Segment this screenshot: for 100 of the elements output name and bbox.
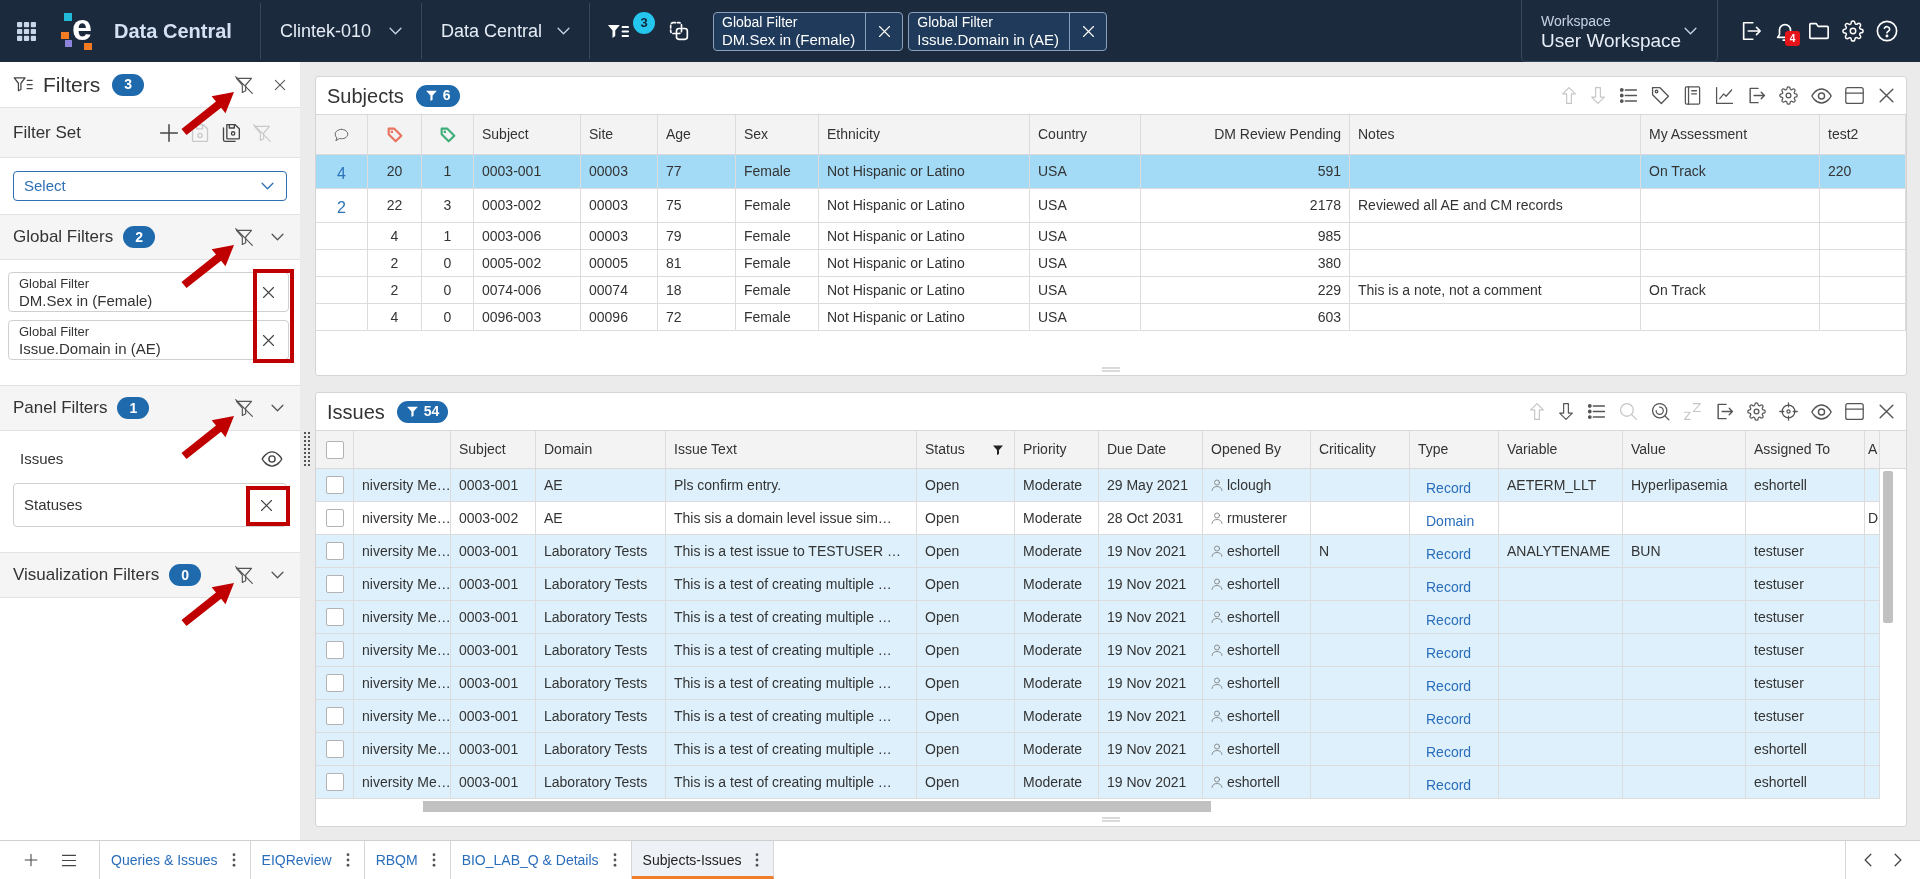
column-header[interactable]: My Assessment bbox=[1649, 124, 1748, 145]
clear-filter-icon[interactable] bbox=[234, 227, 254, 247]
grid-icon[interactable] bbox=[17, 21, 36, 41]
column-header[interactable]: Assigned To bbox=[1754, 439, 1830, 460]
eye-icon[interactable] bbox=[1811, 87, 1832, 104]
tab[interactable]: Queries & Issues bbox=[100, 841, 251, 879]
tab[interactable]: BIO_LAB_Q & Details bbox=[450, 841, 632, 879]
row-checkbox[interactable] bbox=[325, 542, 344, 560]
row-checkbox[interactable] bbox=[325, 641, 344, 659]
type-link[interactable]: Record bbox=[1426, 636, 1472, 664]
table-row[interactable]: 2 22 3 0003-002 00003 75 Female Not Hispanic or Latino USA 2178 Reviewed all AE and CM records bbox=[316, 189, 1906, 223]
column-header[interactable]: Value bbox=[1631, 439, 1666, 460]
comment-count-link[interactable]: 2 bbox=[337, 191, 346, 220]
column-header[interactable]: Notes bbox=[1358, 124, 1395, 145]
window-icon[interactable] bbox=[1845, 402, 1864, 421]
help-icon[interactable] bbox=[1876, 20, 1898, 42]
column-header[interactable]: Subject bbox=[459, 439, 506, 460]
type-link[interactable]: Record bbox=[1426, 471, 1472, 499]
plus-icon[interactable] bbox=[159, 122, 179, 143]
more-icon[interactable] bbox=[431, 853, 436, 867]
chevron-down-icon[interactable] bbox=[271, 233, 284, 241]
row-checkbox[interactable] bbox=[325, 608, 344, 626]
column-header[interactable]: A bbox=[1868, 439, 1878, 460]
menu-icon[interactable] bbox=[61, 853, 77, 867]
arrow-down-icon[interactable] bbox=[1558, 402, 1574, 421]
column-header[interactable]: Issue Text bbox=[674, 439, 737, 460]
table-row[interactable]: 4 0 0096-003 00096 72 Female Not Hispanic or Latino USA 603 bbox=[316, 304, 1906, 331]
type-link[interactable]: Record bbox=[1426, 768, 1472, 796]
column-header[interactable]: Ethnicity bbox=[827, 124, 880, 145]
table-row[interactable]: 4 1 0003-006 00003 79 Female Not Hispanic or Latino USA 985 bbox=[316, 223, 1906, 250]
chevron-down-icon[interactable] bbox=[271, 404, 284, 412]
filter-icon[interactable] bbox=[992, 443, 1004, 456]
clear-filter-icon[interactable] bbox=[234, 565, 254, 585]
column-header[interactable]: Subject bbox=[482, 124, 529, 145]
scrollbar-thumb[interactable] bbox=[1883, 471, 1893, 623]
chevron-left-icon[interactable] bbox=[1864, 853, 1872, 867]
table-row[interactable]: niversity Me… 0003-002 AE This sis a domain level issue sim… Open Moderate 28 Oct 2031 rmusterer Domain D bbox=[316, 502, 1880, 535]
dropdown-button[interactable]: Data Central bbox=[422, 0, 589, 62]
close-icon[interactable] bbox=[1877, 86, 1896, 105]
table-row[interactable]: niversity Me… 0003-001 Laboratory Tests This is a test of creating multiple … Open Moderate 19 Nov 2021 eshortell Record testuser bbox=[316, 700, 1880, 733]
type-link[interactable]: Record bbox=[1426, 669, 1472, 697]
type-link[interactable]: Record bbox=[1426, 537, 1472, 565]
select-all-checkbox[interactable] bbox=[325, 440, 344, 459]
scrollbar-thumb[interactable] bbox=[423, 801, 1211, 812]
export-icon[interactable] bbox=[1747, 86, 1766, 105]
notebook-icon[interactable] bbox=[1683, 86, 1702, 105]
type-link[interactable]: Record bbox=[1426, 603, 1472, 631]
row-checkbox[interactable] bbox=[325, 674, 344, 692]
clear-filter-icon[interactable] bbox=[234, 398, 254, 418]
table-row[interactable]: niversity Me… 0003-001 Laboratory Tests This is a test of creating multiple … Open Moderate 19 Nov 2021 eshortell Record eshortell bbox=[316, 733, 1880, 766]
row-checkbox[interactable] bbox=[325, 773, 344, 791]
table-row[interactable]: 4 20 1 0003-001 00003 77 Female Not Hispanic or Latino USA 591 On Track 220 bbox=[316, 155, 1906, 189]
close-icon[interactable] bbox=[273, 77, 287, 92]
column-header[interactable]: test2 bbox=[1828, 124, 1859, 145]
save-copy-icon[interactable] bbox=[221, 122, 241, 143]
tab[interactable]: Subjects-Issues bbox=[631, 841, 775, 879]
filter-list-icon[interactable] bbox=[607, 23, 629, 39]
window-icon[interactable] bbox=[1845, 86, 1864, 105]
dropdown-button[interactable]: Clintek-010 bbox=[261, 0, 421, 62]
table-row[interactable]: niversity Me… 0003-001 AE Pls confirm entry. Open Moderate 29 May 2021 lclough Record AETERM_LLT Hyperlipasemia eshortell bbox=[316, 469, 1880, 502]
type-link[interactable]: Record bbox=[1426, 735, 1472, 763]
column-header[interactable]: Type bbox=[1418, 439, 1449, 460]
type-link[interactable]: Domain bbox=[1426, 504, 1475, 532]
chevron-down-icon[interactable] bbox=[271, 571, 284, 579]
filter-count-badge[interactable]: 6 bbox=[415, 84, 460, 107]
column-header[interactable]: Criticality bbox=[1319, 439, 1376, 460]
table-row[interactable]: niversity Me… 0003-001 Laboratory Tests This is a test of creating multiple … Open Moderate 19 Nov 2021 eshortell Record testuser bbox=[316, 634, 1880, 667]
line-chart-icon[interactable] bbox=[1715, 86, 1734, 105]
type-link[interactable]: Record bbox=[1426, 702, 1472, 730]
table-row[interactable]: niversity Me… 0003-001 Laboratory Tests This is a test issue to TESTUSER … Open Moderate 19 Nov 2021 eshortell N Record ANALYTENAME BUN testuser bbox=[316, 535, 1880, 568]
settings-icon[interactable] bbox=[1747, 402, 1766, 421]
more-icon[interactable] bbox=[345, 853, 350, 867]
chevron-right-icon[interactable] bbox=[1894, 853, 1902, 867]
table-row[interactable]: niversity Me… 0003-001 Laboratory Tests This is a test of creating multiple … Open Moderate 19 Nov 2021 eshortell Record testuser bbox=[316, 601, 1880, 634]
row-checkbox[interactable] bbox=[325, 476, 344, 494]
column-header[interactable]: Age bbox=[666, 124, 691, 145]
table-row[interactable]: niversity Me… 0003-001 Laboratory Tests This is a test of creating multiple … Open Moderate 19 Nov 2021 eshortell Record eshortell bbox=[316, 766, 1880, 799]
filter-count-badge[interactable]: 54 bbox=[396, 400, 449, 423]
more-icon[interactable] bbox=[755, 853, 760, 867]
settings-icon[interactable] bbox=[1779, 86, 1798, 105]
eye-icon[interactable] bbox=[1811, 403, 1832, 420]
crosshair-icon[interactable] bbox=[1779, 402, 1798, 421]
column-header[interactable]: Country bbox=[1038, 124, 1088, 145]
table-row[interactable]: 2 0 0005-002 00005 81 Female Not Hispanic or Latino USA 380 bbox=[316, 250, 1906, 277]
close-icon[interactable] bbox=[1877, 402, 1896, 421]
eye-icon[interactable] bbox=[261, 451, 283, 467]
clear-filter-icon[interactable] bbox=[234, 74, 254, 95]
list-icon[interactable] bbox=[1587, 402, 1606, 421]
type-link[interactable]: Record bbox=[1426, 570, 1472, 598]
export-icon[interactable] bbox=[1740, 20, 1762, 42]
column-header[interactable]: Due Date bbox=[1107, 439, 1167, 460]
export-icon[interactable] bbox=[1715, 402, 1734, 421]
row-checkbox[interactable] bbox=[325, 707, 344, 725]
column-header[interactable]: Opened By bbox=[1211, 439, 1282, 460]
list-icon[interactable] bbox=[1619, 86, 1638, 105]
tab[interactable]: RBQM bbox=[364, 841, 451, 879]
column-header[interactable]: Sex bbox=[744, 124, 769, 145]
table-row[interactable]: niversity Me… 0003-001 Laboratory Tests This is a test of creating multiple … Open Moderate 19 Nov 2021 eshortell Record testuser bbox=[316, 667, 1880, 700]
row-checkbox[interactable] bbox=[325, 740, 344, 758]
filter-set-select[interactable]: Select bbox=[13, 171, 287, 201]
